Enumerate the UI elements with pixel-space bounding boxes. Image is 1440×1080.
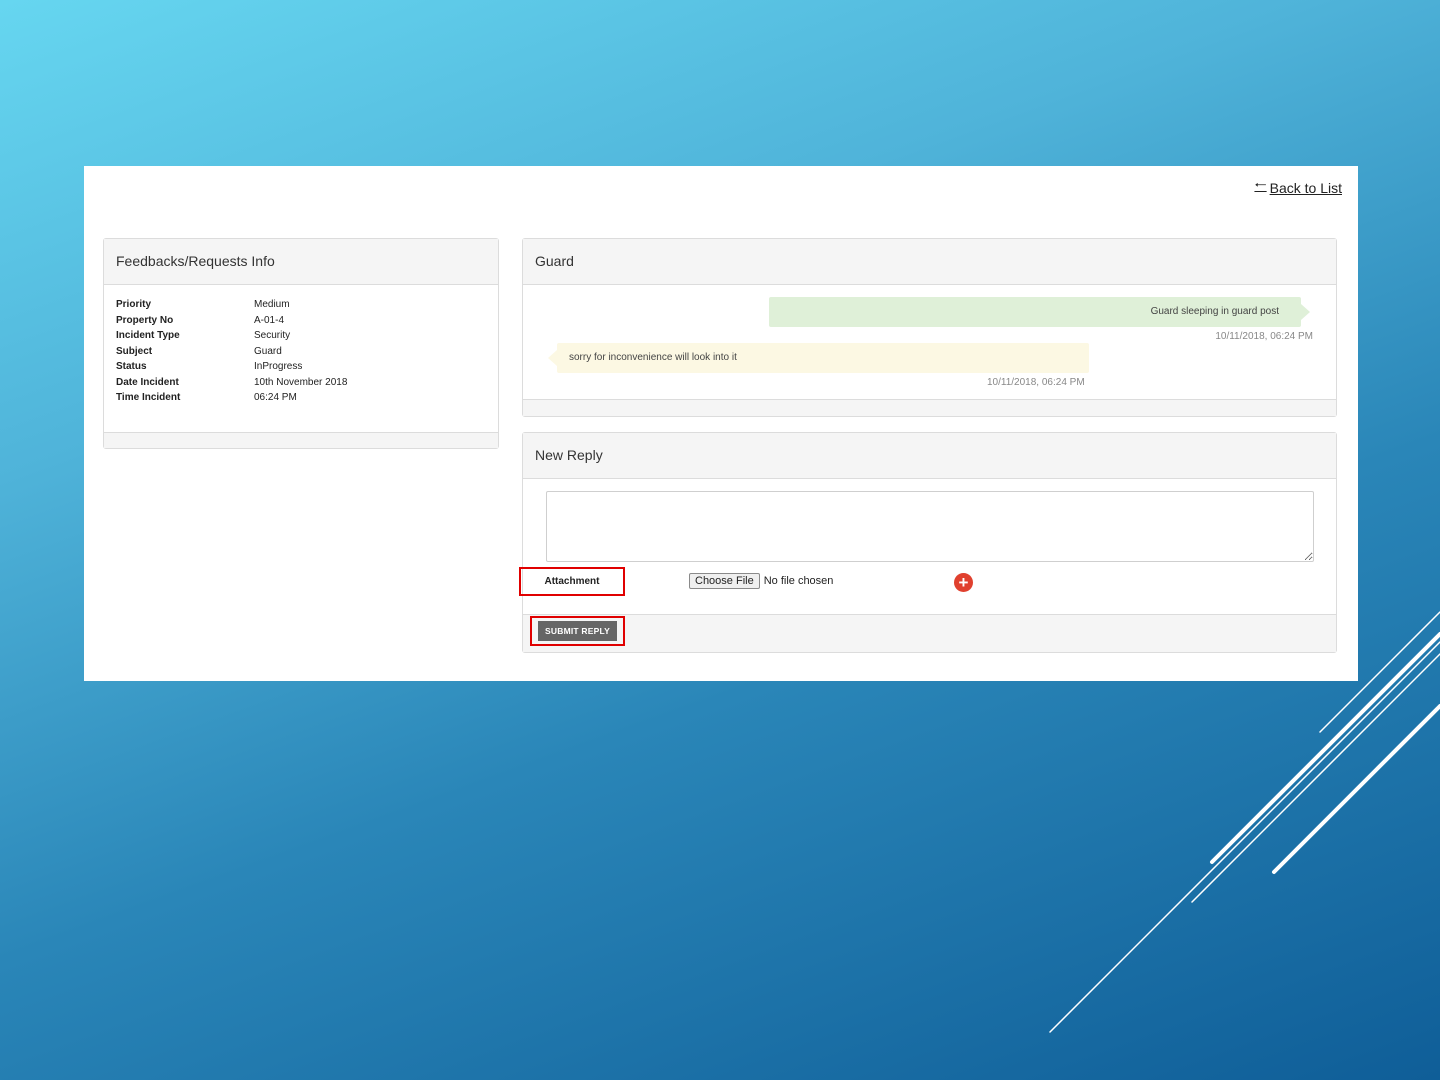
info-table: Priority Medium Property No A-01-4 Incid…: [116, 299, 347, 408]
info-value: Medium: [254, 299, 290, 310]
info-value: Guard: [254, 345, 282, 357]
attachment-label: Attachment: [519, 567, 625, 596]
info-row-priority: Priority Medium: [116, 299, 347, 315]
info-row-property-no: Property No A-01-4: [116, 315, 347, 331]
info-row-subject: Subject Guard: [116, 346, 347, 362]
file-status-text: No file chosen: [763, 575, 834, 587]
plus-circle-icon[interactable]: +: [954, 573, 973, 592]
info-value: 06:24 PM: [254, 392, 297, 403]
info-value: InProgress: [254, 361, 303, 372]
info-row-date-incident: Date Incident 10th November 2018: [116, 377, 347, 393]
info-key: Subject: [116, 345, 153, 357]
thread-panel-footer: [523, 399, 1336, 416]
message-timestamp: 10/11/2018, 06:24 PM: [1215, 331, 1313, 342]
info-panel: Feedbacks/Requests Info Priority Medium …: [103, 238, 499, 449]
info-key: Property No: [116, 314, 174, 326]
info-key: Priority: [116, 299, 152, 310]
screenshot-card: 🠀 Back to List Feedbacks/Requests Info P…: [84, 166, 1358, 681]
reply-panel-title: New Reply: [523, 433, 1336, 479]
reply-panel-footer: [523, 614, 1336, 652]
info-row-time-incident: Time Incident 06:24 PM: [116, 392, 347, 408]
arrow-left-icon: 🠀: [1254, 177, 1267, 194]
info-panel-title: Feedbacks/Requests Info: [104, 239, 498, 285]
file-input[interactable]: Choose File No file chosen: [689, 573, 833, 589]
info-key: Time Incident: [116, 392, 181, 403]
info-panel-footer: [104, 432, 498, 448]
info-value: 10th November 2018: [254, 376, 348, 388]
thread-panel: Guard Guard sleeping in guard post 10/11…: [522, 238, 1337, 417]
back-to-list-label: Back to List: [1269, 179, 1342, 196]
message-bubble-sent: Guard sleeping in guard post: [769, 297, 1310, 327]
info-key: Status: [116, 361, 147, 372]
reply-textarea[interactable]: [546, 491, 1314, 562]
submit-highlight-frame: SUBMIT REPLY: [530, 616, 625, 646]
message-timestamp: 10/11/2018, 06:24 PM: [987, 377, 1085, 388]
info-key: Date Incident: [116, 376, 179, 388]
thread-panel-title: Guard: [523, 239, 1336, 285]
submit-reply-button[interactable]: SUBMIT REPLY: [538, 621, 617, 641]
info-value: A-01-4: [254, 314, 285, 326]
info-key: Incident Type: [116, 330, 180, 341]
info-row-status: Status InProgress: [116, 361, 347, 377]
info-value: Security: [254, 330, 291, 341]
back-to-list-link[interactable]: 🠀 Back to List: [1254, 175, 1342, 200]
message-bubble-received: sorry for inconvenience will look into i…: [548, 343, 1089, 373]
choose-file-button[interactable]: Choose File: [689, 573, 760, 589]
reply-panel: New Reply Attachment Choose File No file…: [519, 432, 1337, 653]
info-row-incident-type: Incident Type Security: [116, 330, 347, 346]
